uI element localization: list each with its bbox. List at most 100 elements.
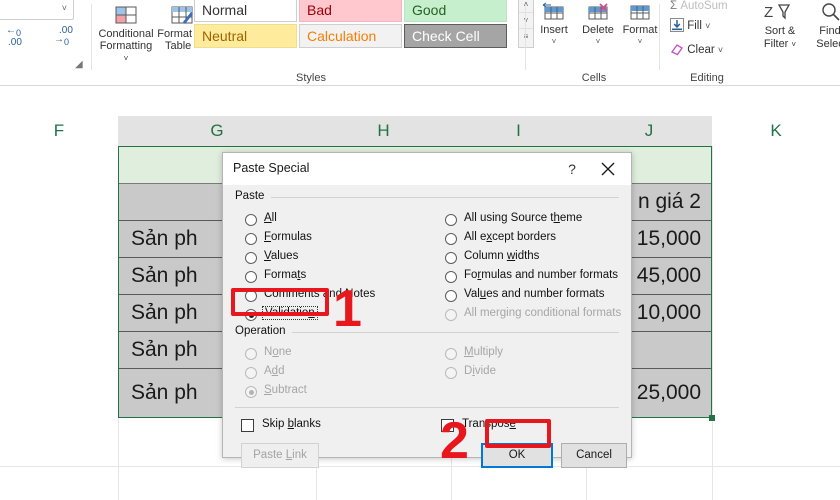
column-header-f[interactable]: F	[0, 116, 118, 146]
chevron-down-icon: ˅	[61, 3, 67, 13]
delete-cells-label: Delete	[582, 24, 614, 36]
radio-mark	[245, 214, 257, 226]
radio-mark	[445, 367, 457, 379]
autosum-button[interactable]: Σ AutoSum	[670, 0, 728, 12]
radio-label: Formulas and number formats	[464, 269, 619, 281]
ribbon: ˅ ←0 .00 .00 →0 ◢ Conditional Formatting…	[0, 0, 840, 86]
radio-label: All using Source theme	[464, 212, 583, 224]
number-format-dropdown[interactable]: ˅	[0, 0, 74, 20]
cell-style-neutral[interactable]: Neutral	[194, 24, 297, 48]
ribbon-group-label-editing: Editing	[690, 72, 724, 84]
radio-label: Add	[264, 365, 285, 377]
radio-label: Values	[264, 250, 299, 262]
cell-style-calculation[interactable]: Calculation	[299, 24, 402, 48]
find-select-label-line2: Selec	[816, 38, 840, 50]
selection-fill-handle[interactable]	[709, 415, 715, 421]
column-header-j[interactable]: J	[586, 116, 712, 146]
ribbon-group-number: ˅ ←0 .00 .00 →0 ◢	[0, 0, 92, 86]
help-icon[interactable]: ?	[561, 159, 583, 179]
chevron-down-icon[interactable]: ˅	[718, 45, 723, 55]
close-icon[interactable]	[597, 158, 619, 180]
clear-icon	[670, 44, 687, 56]
svg-text:Z: Z	[764, 4, 773, 21]
checkbox-label: Transpose	[462, 418, 516, 430]
cell-style-normal[interactable]: Normal	[194, 0, 297, 22]
paste-special-dialog: Paste Special ? Paste All Formulas Value…	[222, 152, 632, 468]
radio-mark	[245, 290, 257, 302]
checkbox-label: Skip blanks	[262, 418, 321, 430]
dialog-body: Paste All Formulas Values Formats Commen…	[223, 185, 631, 468]
radio-mark	[245, 386, 257, 398]
autosum-label: AutoSum	[680, 0, 728, 12]
ribbon-group-editing: Σ AutoSum Fill ˅ Clear ˅ Z Sort & Filter…	[662, 0, 840, 86]
column-header-k[interactable]: K	[712, 116, 840, 146]
radio-label: All except borders	[464, 231, 557, 243]
delete-cells-button[interactable]: Delete ˅	[576, 2, 620, 47]
radio-mark	[445, 214, 457, 226]
find-select-label-line1: Find	[819, 25, 840, 37]
radio-mark	[445, 348, 457, 360]
checkbox-mark	[241, 419, 254, 432]
radio-label: Values and number formats	[464, 288, 605, 300]
format-cells-button[interactable]: Format ˅	[618, 2, 662, 47]
radio-label: Formulas	[264, 231, 312, 243]
fill-button[interactable]: Fill ˅	[670, 18, 710, 32]
sort-and-filter-button[interactable]: Z Sort & Filter ˅	[754, 2, 806, 51]
sort-filter-label-line1: Sort &	[764, 25, 796, 37]
radio-mark	[445, 290, 457, 302]
insert-cells-icon	[542, 2, 566, 24]
clear-label: Clear	[687, 44, 715, 56]
radio-mark	[445, 309, 457, 321]
cell-style-good[interactable]: Good	[404, 0, 507, 22]
radio-label: Multiply	[464, 346, 503, 358]
radio-mark	[245, 233, 257, 245]
ok-button[interactable]: OK	[481, 443, 553, 468]
find-select-icon	[815, 3, 840, 25]
paste-group-rule	[271, 197, 619, 198]
paste-link-button[interactable]: Paste Link	[241, 443, 319, 468]
radio-mark	[445, 271, 457, 283]
radio-mark	[445, 233, 457, 245]
clear-button[interactable]: Clear ˅	[670, 42, 723, 56]
insert-cells-label: Insert	[540, 24, 568, 36]
dialog-divider	[235, 407, 619, 408]
group-separator	[91, 4, 92, 70]
chevron-down-icon[interactable]: ˅	[618, 37, 662, 47]
cancel-button[interactable]: Cancel	[561, 443, 627, 468]
radio-mark	[245, 367, 257, 379]
gridline-horizontal	[0, 466, 840, 467]
decrease-decimal-icon[interactable]: ←0 .00	[6, 26, 22, 48]
ribbon-group-label-styles: Styles	[296, 72, 326, 84]
insert-cells-button[interactable]: Insert ˅	[532, 2, 576, 47]
increase-decimal-icon[interactable]: .00 →0	[54, 26, 73, 47]
chevron-down-icon[interactable]: ˅	[532, 37, 576, 47]
chevron-down-icon[interactable]: ˅	[576, 37, 620, 47]
group-separator	[659, 4, 660, 70]
sort-filter-icon: Z	[763, 4, 797, 25]
paste-group-label: Paste	[235, 190, 271, 202]
radio-label: All	[264, 212, 277, 224]
find-and-select-button[interactable]: Find Selec	[804, 2, 840, 51]
radio-label: Divide	[464, 365, 496, 377]
fill-icon	[670, 18, 687, 32]
column-header-h[interactable]: H	[316, 116, 451, 146]
format-cells-icon	[628, 5, 652, 24]
chevron-down-icon[interactable]: ˅	[705, 21, 710, 31]
sort-filter-label-line2: Filter	[763, 38, 789, 50]
conditional-formatting-label-line1: Conditional	[98, 28, 154, 40]
conditional-formatting-label-line2: Formatting	[99, 40, 153, 52]
column-header-g[interactable]: G	[118, 116, 316, 146]
radio-mark	[245, 348, 257, 360]
number-dialog-launcher-icon[interactable]: ◢	[75, 59, 86, 70]
annotation-step-1: 1	[333, 280, 362, 338]
cell-style-check-cell[interactable]: Check Cell	[404, 24, 507, 48]
operation-group-label: Operation	[235, 325, 292, 337]
conditional-formatting-icon	[98, 6, 154, 27]
radio-mark	[245, 271, 257, 283]
column-header-i[interactable]: I	[451, 116, 586, 146]
gridline-vertical	[712, 146, 713, 500]
dialog-title: Paste Special	[233, 161, 310, 175]
conditional-formatting-button[interactable]: Conditional Formatting ˅	[98, 4, 154, 63]
cell-style-bad[interactable]: Bad	[299, 0, 402, 22]
chevron-down-icon[interactable]: ˅	[791, 40, 796, 49]
